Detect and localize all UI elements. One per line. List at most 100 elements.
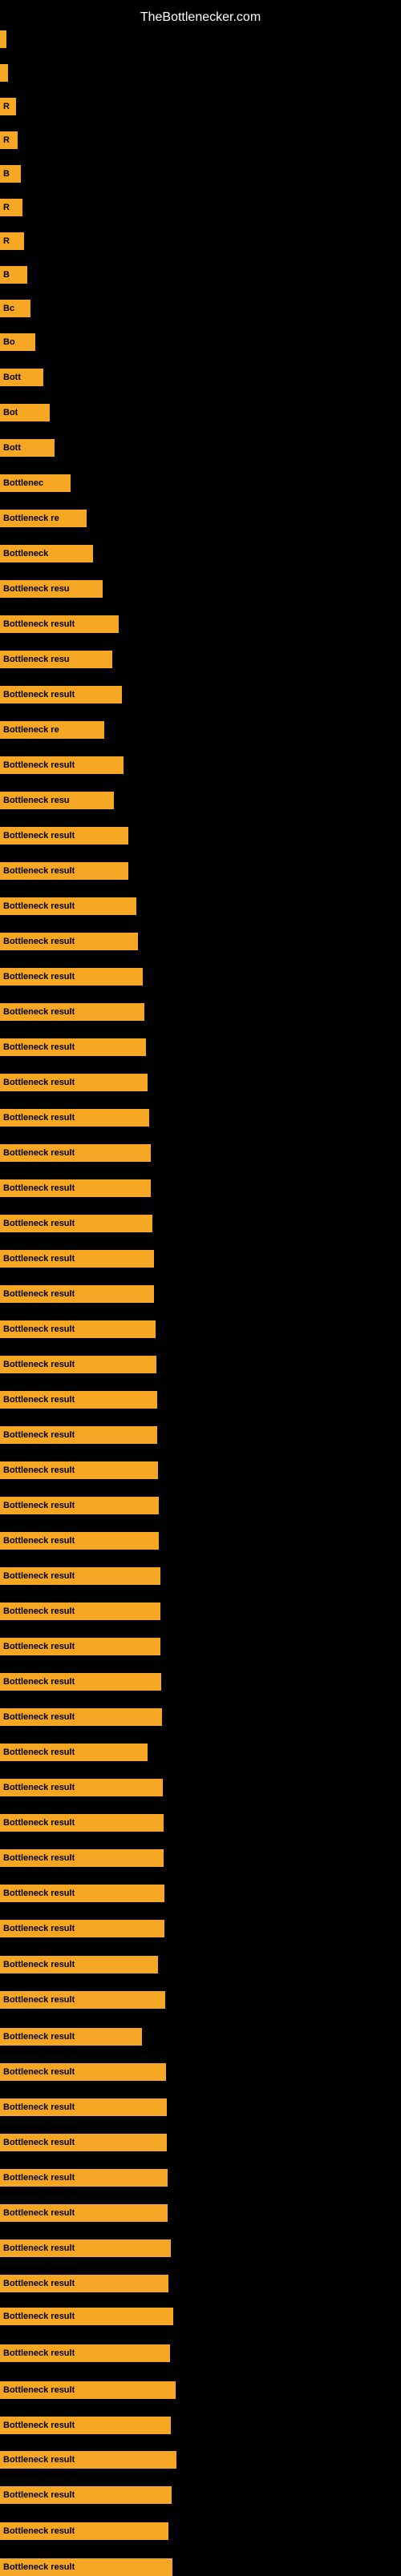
bar-label: Bottleneck result <box>3 1395 75 1405</box>
bar-label: R <box>3 135 10 145</box>
bar-item: Bo <box>0 333 35 351</box>
bar-item: Bottleneck result <box>0 1885 164 1902</box>
bar-item: Bott <box>0 369 43 386</box>
bar-item: R <box>0 232 24 250</box>
bar-item: B <box>0 266 27 284</box>
bar-label: Bo <box>3 337 15 347</box>
bar-item: Bottleneck result <box>0 1461 158 1479</box>
bar-item: Bottleneck result <box>0 1532 159 1550</box>
bar-item: Bottleneck re <box>0 510 87 527</box>
bar-item: Bottleneck result <box>0 1285 154 1303</box>
bar-label: Bottleneck result <box>3 937 75 946</box>
bar-item: Bottleneck result <box>0 1602 160 1620</box>
bar-label: Bottleneck result <box>3 1465 75 1475</box>
bar-item: Bottleneck result <box>0 1215 152 1232</box>
bar-item: Bottleneck result <box>0 1744 148 1761</box>
bar-item: Bottleneck result <box>0 2417 171 2434</box>
bar-label: Bottleneck resu <box>3 655 70 664</box>
bar-label: Bottleneck result <box>3 1606 75 1616</box>
bar-label: Bottleneck result <box>3 2490 75 2500</box>
bar-item: Bottleneck result <box>0 1673 161 1691</box>
bar-label: Bottleneck result <box>3 2421 75 2430</box>
bar-item: Bottleneck result <box>0 1497 159 1514</box>
bar-item: Bottleneck result <box>0 1144 151 1162</box>
bar-label: Bc <box>3 304 14 313</box>
bar-label: R <box>3 102 10 111</box>
bar-label: Bottleneck result <box>3 972 75 982</box>
bar-label: Bottleneck result <box>3 1078 75 1087</box>
bar-item: Bottleneck result <box>0 1109 149 1127</box>
bar-label: Bottleneck result <box>3 1818 75 1828</box>
bar-label: Bottleneck result <box>3 1924 75 1933</box>
bar-item: Bottleneck result <box>0 2486 172 2504</box>
bar-label: Bottleneck result <box>3 901 75 911</box>
bar-label: Bottleneck re <box>3 725 59 735</box>
bar-item: Bottleneck result <box>0 862 128 880</box>
bar-item: Bottlenec <box>0 474 71 492</box>
bar-label: Bottleneck result <box>3 2102 75 2112</box>
bar-item: Bottleneck result <box>0 1708 162 1726</box>
bar-item: Bottleneck result <box>0 1567 160 1585</box>
bar-item: Bottleneck resu <box>0 580 103 598</box>
bar-label: Bot <box>3 408 18 417</box>
bar-item: Bottleneck result <box>0 1779 163 1796</box>
bar-item: Bottleneck result <box>0 1250 154 1268</box>
bar-label: Bottleneck result <box>3 2243 75 2253</box>
bar-label: Bottleneck result <box>3 2032 75 2042</box>
bar-item: Bottleneck result <box>0 1849 164 1867</box>
bar-label: Bottleneck result <box>3 1712 75 1722</box>
bar-label: Bottleneck result <box>3 1501 75 1510</box>
bar-label: Bottleneck result <box>3 1677 75 1687</box>
bar-item: Bottleneck result <box>0 2204 168 2222</box>
bar-item: Bottleneck resu <box>0 792 114 809</box>
bar-item: Bottleneck result <box>0 2558 172 2576</box>
bar-item: Bottleneck result <box>0 1074 148 1091</box>
bar-item: Bottleneck result <box>0 2134 167 2151</box>
bar-label: Bottleneck result <box>3 1324 75 1334</box>
bar-item: Bottleneck result <box>0 756 124 774</box>
bar-item: Bottleneck result <box>0 1814 164 1832</box>
bar-item: Bottleneck result <box>0 2063 166 2081</box>
site-title: TheBottlenecker.com <box>0 4 401 31</box>
bar-label: Bottleneck result <box>3 1219 75 1228</box>
bar-label: Bottleneck <box>3 549 48 558</box>
bar-label: Bottleneck result <box>3 1430 75 1440</box>
bar-item: Bottleneck result <box>0 2275 168 2292</box>
bar-label: Bottleneck result <box>3 1360 75 1369</box>
bar-item: Bottleneck result <box>0 1638 160 1655</box>
bar-label: Bottleneck result <box>3 1960 75 1969</box>
bar-label: B <box>3 169 10 179</box>
bar-label: Bottleneck result <box>3 2385 75 2395</box>
bar-label: Bottleneck result <box>3 1748 75 1757</box>
bar-item: Bottleneck result <box>0 2169 168 2187</box>
bar-label: Bott <box>3 443 21 453</box>
bar-label: Bottleneck result <box>3 2067 75 2077</box>
bar-item: Bottleneck result <box>0 827 128 845</box>
bar-label: Bottleneck result <box>3 1254 75 1264</box>
bar-label: Bottleneck result <box>3 1853 75 1863</box>
bar-item: Bottleneck result <box>0 1920 164 1937</box>
bar-item: Bottleneck <box>0 545 93 562</box>
bar-label: R <box>3 203 10 212</box>
bar-label: Bottleneck result <box>3 1889 75 1898</box>
bar-item: Bottleneck result <box>0 933 138 950</box>
bar-item: Bottleneck result <box>0 2522 168 2540</box>
bar-label: Bottlenec <box>3 478 43 488</box>
bar-label: Bottleneck re <box>3 514 59 523</box>
bar-item <box>0 64 8 82</box>
bar-item: Bot <box>0 404 50 421</box>
bar-label: Bottleneck result <box>3 1042 75 1052</box>
bar-label: Bottleneck result <box>3 1007 75 1017</box>
bar-item: Bottleneck result <box>0 615 119 633</box>
bar-item: B <box>0 165 21 183</box>
bar-label: Bottleneck result <box>3 1571 75 1581</box>
bar-label: Bottleneck resu <box>3 796 70 805</box>
bar-label: B <box>3 270 10 280</box>
bar-item: Bott <box>0 439 55 457</box>
bar-item: Bottleneck result <box>0 968 143 986</box>
bar-label: Bottleneck result <box>3 1536 75 1546</box>
bar-label: Bottleneck result <box>3 866 75 876</box>
bar-item: Bottleneck result <box>0 2308 173 2325</box>
bar-item <box>0 30 6 48</box>
bar-label: Bottleneck result <box>3 1642 75 1651</box>
